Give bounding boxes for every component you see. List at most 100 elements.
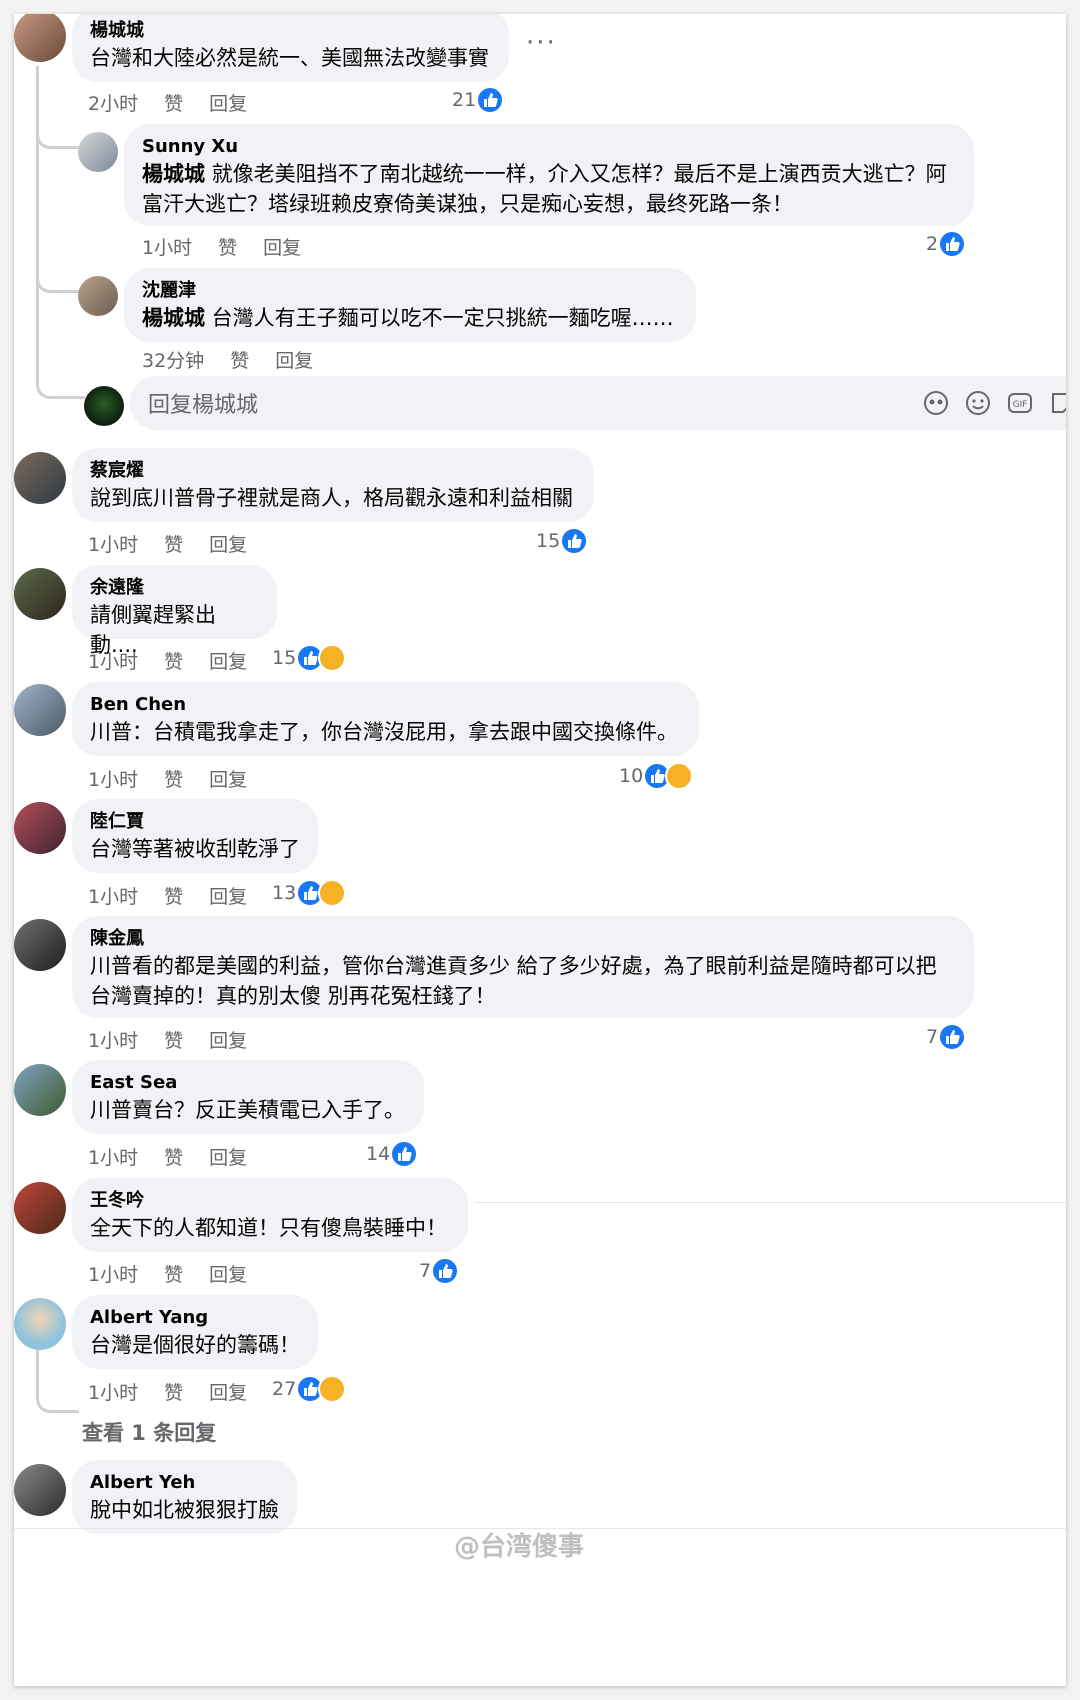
avatar[interactable]: [78, 276, 118, 316]
reply-button[interactable]: 回复: [275, 346, 313, 373]
comment-body: 就像老美阻挡不了南北越统一一样，介入又怎样？最后不是上演西贡大逃亡？阿富汗大逃亡…: [142, 162, 947, 216]
avatar[interactable]: [14, 1182, 66, 1234]
comment-bubble: Albert Yang 台灣是個很好的籌碼！: [72, 1295, 318, 1369]
mention-link[interactable]: 楊城城: [142, 306, 205, 330]
reaction-summary[interactable]: 15: [536, 527, 589, 555]
comment-text: 台灣和大陸必然是統一、美國無法改變事實: [90, 46, 489, 70]
comment-bubble: Sunny Xu 楊城城 就像老美阻挡不了南北越统一一样，介入又怎样？最后不是上…: [124, 124, 974, 226]
like-button[interactable]: 赞: [164, 882, 183, 909]
reply-button[interactable]: 回复: [209, 89, 247, 116]
comment-author[interactable]: 余遠隆: [90, 575, 259, 600]
reply-button[interactable]: 回复: [209, 1260, 247, 1287]
reply-button[interactable]: 回复: [209, 530, 247, 557]
divider: [474, 1202, 1066, 1203]
thread-connector: [36, 126, 79, 149]
reaction-summary[interactable]: 14: [366, 1140, 419, 1168]
comment-text: 川普賣台？反正美積電已入手了。: [90, 1098, 405, 1122]
timestamp: 1小时: [88, 534, 139, 556]
reply-button[interactable]: 回复: [263, 233, 301, 260]
comment-author[interactable]: East Sea: [90, 1070, 406, 1095]
comment-author[interactable]: 楊城城: [90, 18, 491, 43]
sticker-icon[interactable]: [1048, 389, 1066, 417]
reaction-summary[interactable]: 27: [272, 1375, 347, 1403]
avatar-sticker-icon[interactable]: [922, 389, 950, 417]
thread-line: [36, 66, 39, 386]
comment-text: 川普：台積電我拿走了，你台灣沒屁用，拿去跟中國交換條件。: [90, 720, 678, 744]
mention-link[interactable]: 楊城城: [142, 162, 205, 186]
like-button[interactable]: 赞: [230, 346, 249, 373]
reaction-count: 27: [272, 1378, 297, 1400]
avatar[interactable]: [14, 14, 66, 62]
comment-actions: 32分钟 赞 回复: [142, 346, 313, 373]
reaction-summary[interactable]: 21: [452, 86, 505, 114]
avatar[interactable]: [78, 132, 118, 172]
like-button[interactable]: 赞: [164, 1026, 183, 1053]
timestamp: 32分钟: [142, 350, 205, 372]
thread-connector: [36, 1350, 79, 1413]
reaction-count: 10: [619, 765, 644, 787]
comment-actions: 1小时 赞 回复: [88, 1260, 247, 1287]
avatar[interactable]: [14, 919, 66, 971]
reply-button[interactable]: 回复: [209, 1026, 247, 1053]
like-button[interactable]: 赞: [164, 89, 183, 116]
more-options-icon[interactable]: ···: [526, 28, 557, 58]
comment-bubble: East Sea 川普賣台？反正美積電已入手了。: [72, 1060, 424, 1134]
comment-author[interactable]: Albert Yang: [90, 1305, 300, 1330]
reply-button[interactable]: 回复: [209, 1378, 247, 1405]
reaction-summary[interactable]: 7: [926, 1023, 967, 1051]
avatar[interactable]: [14, 1298, 66, 1350]
like-button[interactable]: 赞: [164, 1143, 183, 1170]
avatar[interactable]: [14, 568, 66, 620]
reaction-summary[interactable]: 15: [272, 644, 347, 672]
like-icon: [938, 230, 967, 258]
gif-icon[interactable]: GIF: [1006, 389, 1034, 417]
comment-bubble: 余遠隆 請側翼趕緊出動....: [72, 565, 277, 657]
like-button[interactable]: 赞: [164, 765, 183, 792]
avatar[interactable]: [14, 684, 66, 736]
comment-author[interactable]: 陳金鳳: [90, 926, 956, 951]
reply-button[interactable]: 回复: [209, 1143, 247, 1170]
reply-input[interactable]: 回复楊城城 GIF: [130, 376, 1066, 430]
like-button[interactable]: 赞: [164, 530, 183, 557]
like-button[interactable]: 赞: [164, 647, 183, 674]
avatar[interactable]: [14, 1464, 66, 1516]
comment-author[interactable]: Sunny Xu: [142, 134, 956, 159]
timestamp: 1小时: [88, 769, 139, 791]
reply-button[interactable]: 回复: [209, 647, 247, 674]
comment-author[interactable]: 王冬吟: [90, 1188, 450, 1213]
like-icon: [390, 1140, 419, 1168]
comment-actions: 1小时 赞 回复: [88, 1143, 247, 1170]
comment-text: 全天下的人都知道！只有傻鳥裝睡中！: [90, 1216, 447, 1240]
comment-author[interactable]: Albert Yeh: [90, 1470, 279, 1495]
emoji-icon[interactable]: [964, 389, 992, 417]
reaction-summary[interactable]: 13: [272, 879, 347, 907]
current-user-avatar[interactable]: [84, 386, 124, 426]
reply-button[interactable]: 回复: [209, 882, 247, 909]
reaction-summary[interactable]: 10: [619, 762, 694, 790]
comment-text: 台灣是個很好的籌碼！: [90, 1333, 300, 1357]
timestamp: 1小时: [88, 651, 139, 673]
like-button[interactable]: 赞: [164, 1378, 183, 1405]
comment-author[interactable]: 陸仁賈: [90, 809, 300, 834]
comments-card: 楊城城 台灣和大陸必然是統一、美國無法改變事實 ··· 2小时 赞 回复 21 …: [14, 14, 1066, 1686]
like-icon: [938, 1023, 967, 1051]
svg-text:GIF: GIF: [1013, 400, 1028, 410]
view-replies-link[interactable]: 查看 1 条回复: [82, 1417, 216, 1447]
reaction-count: 14: [366, 1143, 391, 1165]
comment-bubble: 陸仁賈 台灣等著被收刮乾淨了: [72, 799, 318, 873]
avatar[interactable]: [14, 802, 66, 854]
reaction-summary[interactable]: 7: [419, 1257, 460, 1285]
comment-author[interactable]: 蔡宸燿: [90, 458, 576, 483]
comment-author[interactable]: Ben Chen: [90, 692, 681, 717]
comment-bubble: Ben Chen 川普：台積電我拿走了，你台灣沒屁用，拿去跟中國交換條件。: [72, 682, 699, 756]
avatar[interactable]: [14, 452, 66, 504]
like-button[interactable]: 赞: [164, 1260, 183, 1287]
comment-text: 說到底川普骨子裡就是商人，格局觀永遠和利益相關: [90, 486, 573, 510]
timestamp: 1小时: [88, 1382, 139, 1404]
comment-author[interactable]: 沈麗津: [142, 278, 678, 303]
reply-button[interactable]: 回复: [209, 765, 247, 792]
comment-actions: 1小时 赞 回复: [88, 882, 247, 909]
reaction-summary[interactable]: 2: [926, 230, 967, 258]
avatar[interactable]: [14, 1064, 66, 1116]
like-button[interactable]: 赞: [218, 233, 237, 260]
